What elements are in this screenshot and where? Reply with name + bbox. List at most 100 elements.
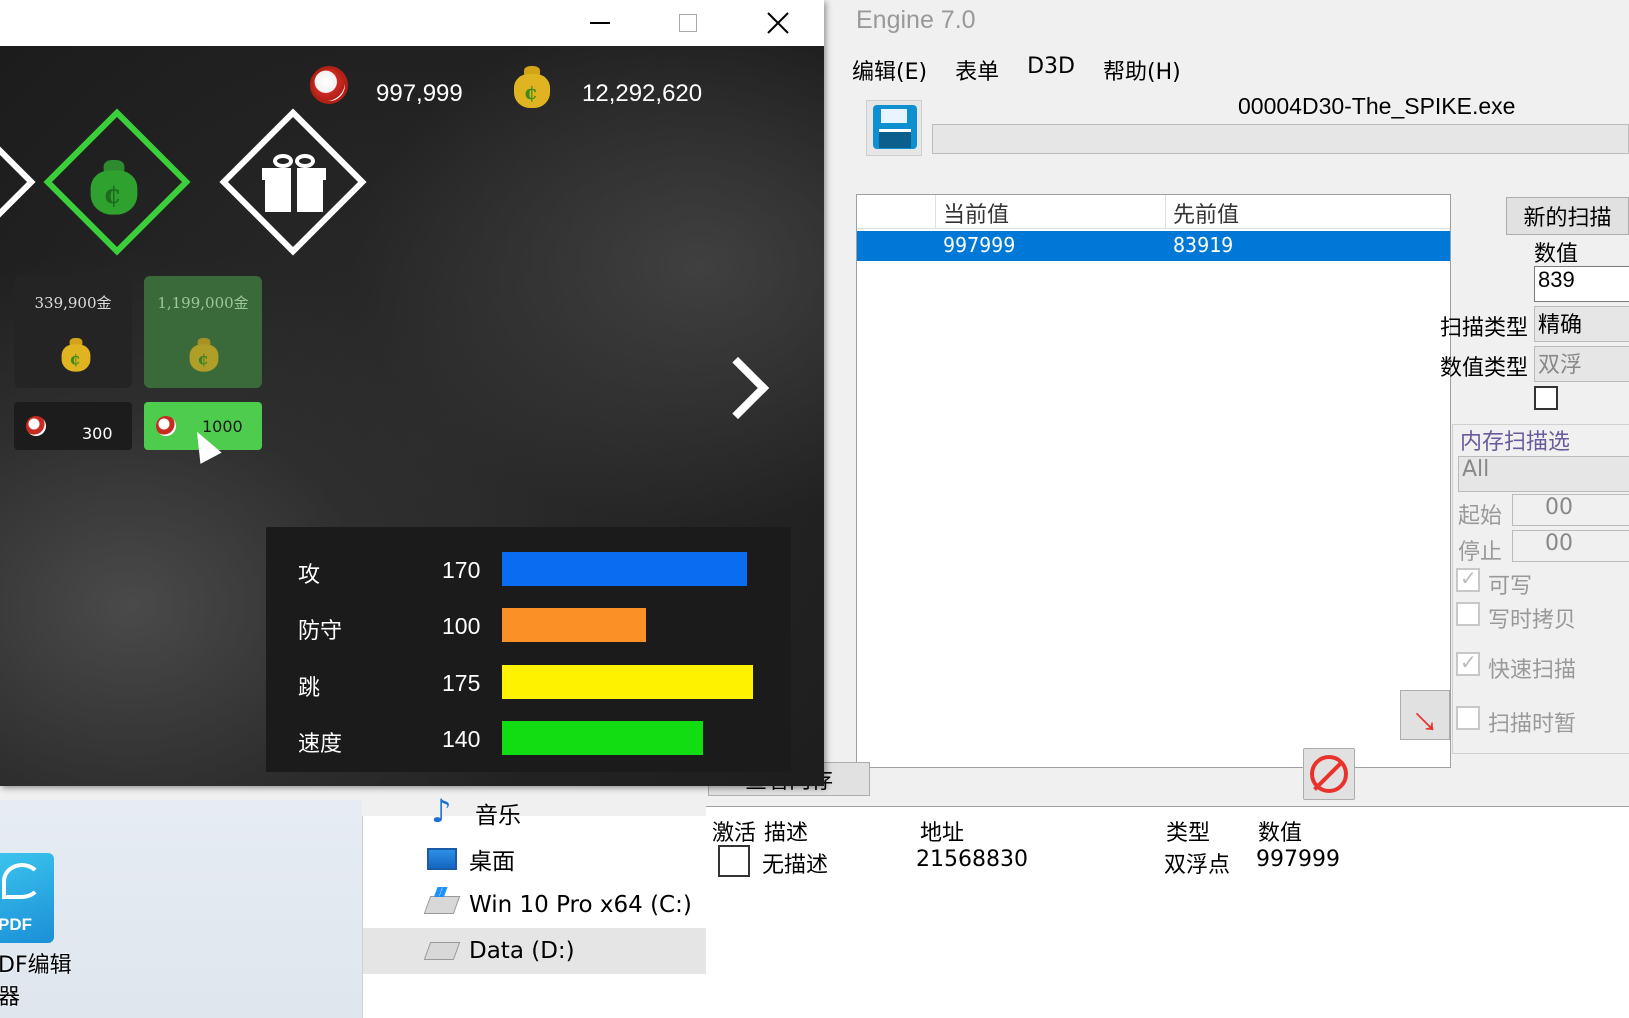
balls-count: 997,999: [376, 80, 463, 107]
close-icon[interactable]: [748, 0, 808, 46]
stat-value: 140: [442, 726, 481, 752]
window-title: Engine 7.0: [856, 6, 976, 34]
row-description: 无描述: [762, 853, 829, 878]
row-value: 997999: [1256, 847, 1340, 872]
new-scan-button[interactable]: 新的扫描: [1506, 197, 1629, 235]
stat-value: 175: [442, 670, 481, 696]
drive-icon: [423, 942, 461, 960]
shop-card[interactable]: 339,900金 ¢: [14, 276, 132, 388]
col-previous-value[interactable]: 先前值: [1173, 197, 1239, 229]
nav-item-drive-d[interactable]: Data (D:): [363, 928, 733, 974]
menu-d3d[interactable]: D3D: [1027, 54, 1075, 86]
money-bag-icon: ¢: [61, 336, 91, 372]
desktop: PDF DF编辑 器: [0, 800, 362, 1018]
active-checkbox[interactable]: [718, 845, 750, 877]
writable-checkbox[interactable]: [1456, 566, 1480, 592]
row-address: 21568830: [916, 847, 1028, 872]
stat-bar: [502, 665, 753, 699]
stat-bar: [502, 552, 747, 586]
start-label: 起始: [1458, 504, 1503, 529]
result-current: 997999: [943, 233, 1016, 257]
pdf-icon-text: PDF: [0, 915, 32, 934]
menu-help[interactable]: 帮助(H): [1103, 54, 1181, 86]
stat-value: 170: [442, 557, 481, 583]
pdf-swirl-icon: [2, 863, 42, 899]
nav-item-music[interactable]: 音乐: [363, 790, 733, 836]
music-icon: [427, 792, 463, 830]
shop-price: 339,900金: [34, 294, 112, 312]
gold-count: 12,292,620: [582, 80, 703, 107]
minimize-icon[interactable]: [570, 0, 630, 46]
pdf-editor-label[interactable]: DF编辑 器: [0, 950, 88, 1014]
volleyball-icon: [310, 66, 348, 104]
stats-panel: 攻 170 防守 100 跳 175 速度 140: [266, 527, 791, 772]
scan-results-list[interactable]: 当前值 先前值 997999 83919: [856, 194, 1451, 768]
stat-label: 跳: [298, 676, 321, 701]
memory-scan-options-label: 内存扫描选: [1460, 430, 1571, 455]
shop-card-selected[interactable]: 1,199,000金 ¢: [144, 276, 262, 388]
address-list[interactable]: 激活 描述 地址 类型 数值 无描述 21568830 双浮点 997999: [706, 806, 1629, 1018]
money-bag-icon: ¢: [189, 336, 219, 372]
stat-label: 速度: [298, 732, 343, 757]
menu-bar: 编辑(E) 表单 D3D 帮助(H): [852, 54, 1181, 86]
value-label: 数值: [1534, 242, 1579, 267]
volleyball-icon: [26, 416, 46, 436]
scan-progress-bar: [932, 124, 1629, 154]
scan-type-label: 扫描类型: [1440, 316, 1529, 341]
category-diamond[interactable]: [0, 108, 36, 256]
stat-label: 攻: [298, 563, 321, 588]
money-bag-icon: ¢: [90, 157, 138, 215]
nav-item-label: 音乐: [475, 803, 521, 829]
buy-button[interactable]: 300: [14, 402, 132, 450]
menu-table[interactable]: 表单: [955, 54, 999, 86]
pause-while-scanning-checkbox[interactable]: [1456, 706, 1480, 730]
shop-price: 1,199,000金: [157, 294, 249, 312]
col-address[interactable]: 地址: [920, 815, 964, 847]
col-active[interactable]: 激活: [712, 815, 756, 847]
volleyball-icon: [156, 416, 176, 436]
menu-edit[interactable]: 编辑(E): [852, 54, 927, 86]
stop-icon[interactable]: [1303, 748, 1355, 800]
explorer-nav-pane: 音乐 桌面 Win 10 Pro x64 (C:) Data (D:): [362, 792, 733, 1018]
add-to-list-button[interactable]: →: [1400, 687, 1459, 746]
nav-item-drive-c[interactable]: Win 10 Pro x64 (C:): [363, 882, 733, 928]
buy-button-value: 300: [82, 424, 113, 443]
writable-label: 可写: [1488, 574, 1533, 599]
pdf-editor-icon[interactable]: PDF: [0, 853, 54, 943]
save-icon[interactable]: [866, 100, 922, 156]
col-value[interactable]: 数值: [1258, 815, 1302, 847]
process-name: 00004D30-The_SPIKE.exe: [1238, 93, 1516, 119]
copy-on-write-checkbox[interactable]: [1456, 602, 1480, 626]
row-type: 双浮点: [1164, 853, 1231, 878]
col-description[interactable]: 描述: [764, 815, 808, 847]
col-current-value[interactable]: 当前值: [943, 197, 1009, 229]
gift-icon: [262, 154, 326, 212]
hex-checkbox[interactable]: [1534, 386, 1558, 410]
nav-item-desktop[interactable]: 桌面: [363, 836, 733, 882]
start-address-input[interactable]: 00: [1512, 494, 1629, 526]
value-input[interactable]: 839: [1534, 266, 1629, 302]
scan-type-select[interactable]: 精确: [1534, 306, 1629, 342]
stop-address-input[interactable]: 00: [1512, 530, 1629, 562]
nav-item-label: Data (D:): [469, 938, 575, 964]
pause-while-scanning-label: 扫描时暂: [1488, 712, 1577, 737]
memory-region-select[interactable]: All: [1458, 456, 1629, 492]
stat-bar: [502, 608, 646, 642]
copy-on-write-label: 写时拷贝: [1488, 608, 1577, 633]
result-row[interactable]: 997999 83919: [857, 231, 1450, 261]
col-type[interactable]: 类型: [1166, 815, 1210, 847]
stat-bar: [502, 721, 703, 755]
fast-scan-label: 快速扫描: [1488, 658, 1577, 683]
cheat-engine-window: Engine 7.0 编辑(E) 表单 D3D 帮助(H) 00004D30-T…: [706, 0, 1629, 1018]
nav-item-label: Win 10 Pro x64 (C:): [469, 892, 692, 918]
game-titlebar: [0, 0, 824, 46]
maximize-icon[interactable]: [658, 0, 718, 46]
stop-label: 停止: [1458, 540, 1503, 565]
result-previous: 83919: [1173, 233, 1234, 257]
fast-scan-checkbox[interactable]: [1456, 650, 1480, 676]
stat-label: 防守: [298, 619, 343, 644]
next-page-icon[interactable]: [716, 358, 756, 418]
value-type-select[interactable]: 双浮: [1534, 346, 1629, 382]
desktop-icon: [427, 848, 457, 870]
stat-value: 100: [442, 613, 481, 639]
